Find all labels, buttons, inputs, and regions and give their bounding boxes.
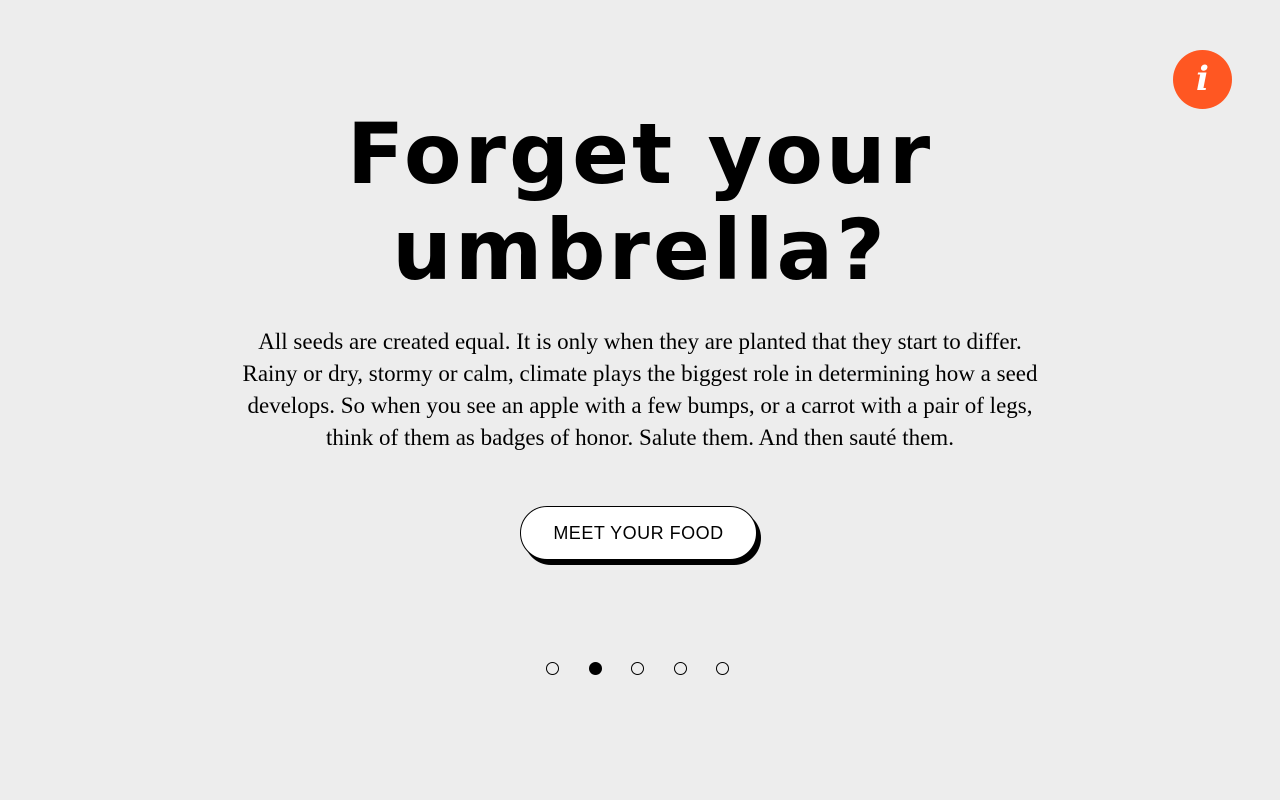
body-paragraph: All seeds are created equal. It is only … — [230, 326, 1050, 454]
carousel-dot-3[interactable] — [631, 662, 644, 675]
headline: Forget your umbrella? — [240, 106, 1040, 298]
carousel-dot-2[interactable] — [588, 662, 602, 675]
body-line: develops. So when you see an apple with … — [247, 393, 1033, 418]
carousel-dot-5[interactable] — [716, 662, 729, 675]
carousel-dot-1[interactable] — [546, 662, 559, 675]
cta-wrapper: MEET YOUR FOOD — [520, 506, 761, 565]
body-line: Rainy or dry, stormy or calm, climate pl… — [242, 361, 1038, 386]
info-button[interactable]: i — [1173, 50, 1232, 109]
headline-line: Forget your — [346, 105, 934, 203]
body-line: All seeds are created equal. It is only … — [258, 329, 1022, 354]
carousel-pagination — [546, 662, 729, 678]
headline-line: umbrella? — [392, 201, 888, 299]
meet-your-food-button[interactable]: MEET YOUR FOOD — [520, 506, 757, 560]
carousel-dot-4[interactable] — [673, 662, 687, 675]
info-icon: i — [1196, 58, 1209, 99]
body-line: think of them as badges of honor. Salute… — [326, 425, 954, 450]
